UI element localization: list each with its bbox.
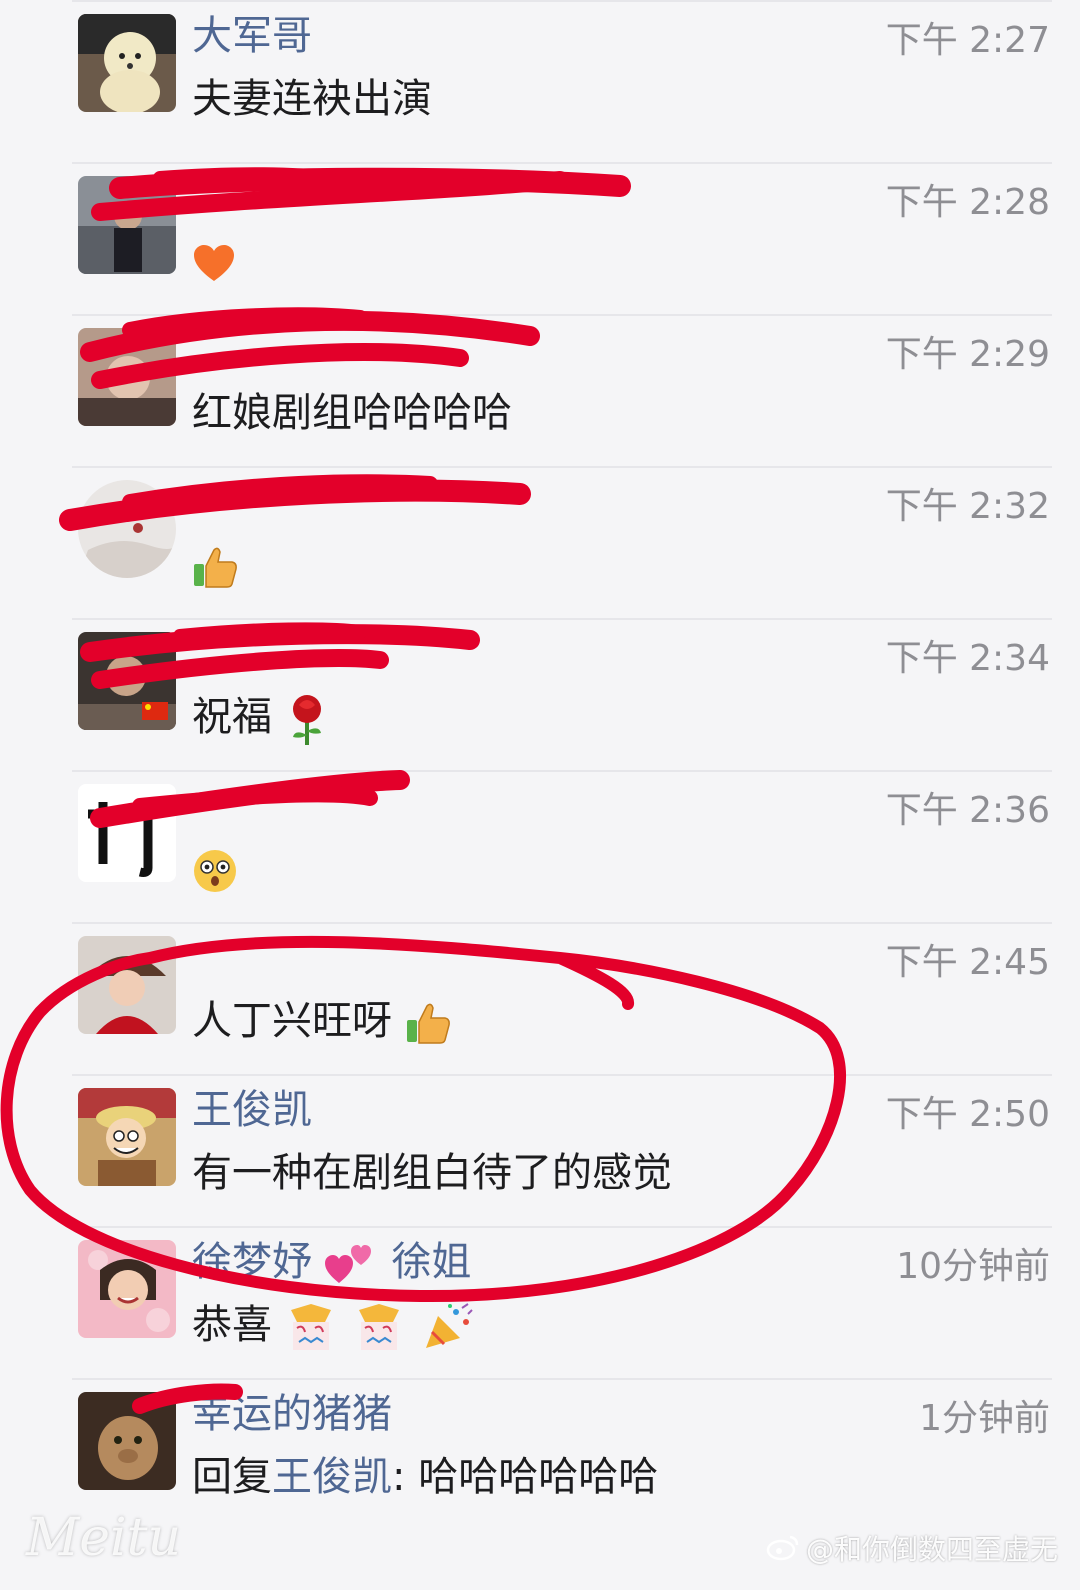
comment-time: 下午 2:28: [885, 182, 1050, 223]
mention-link[interactable]: 王俊凯: [272, 1454, 392, 1500]
row-divider: [72, 314, 1052, 316]
rose-emoji: [285, 691, 329, 747]
avatar[interactable]: [78, 328, 176, 426]
comment-row[interactable]: 祝福 下午 2:34: [0, 618, 1080, 770]
comment-time: 下午 2:32: [885, 486, 1050, 527]
comment-text: 回复王俊凯: 哈哈哈哈哈哈: [192, 1450, 658, 1504]
comment-text: 恭喜: [192, 1298, 478, 1352]
commenter-name-text: 徐梦妤: [192, 1239, 312, 1285]
comment-row[interactable]: 大军哥 夫妻连袂出演 下午 2:27: [0, 0, 1080, 152]
comment-time: 1分钟前: [919, 1398, 1050, 1439]
avatar[interactable]: [78, 14, 176, 112]
avatar[interactable]: [78, 1088, 176, 1186]
commenter-name[interactable]: 王俊凯: [192, 1084, 312, 1136]
thumbs-up-emoji: [192, 544, 238, 590]
comment-time: 下午 2:45: [885, 942, 1050, 983]
row-divider: [72, 162, 1052, 164]
avatar[interactable]: [78, 1240, 176, 1338]
row-divider: [72, 1074, 1052, 1076]
comment-time: 下午 2:36: [885, 790, 1050, 831]
row-divider: [72, 922, 1052, 924]
avatar[interactable]: [78, 1392, 176, 1490]
comment-row[interactable]: 下午 2:36: [0, 770, 1080, 922]
astonished-face-emoji: [192, 848, 238, 894]
avatar[interactable]: [78, 784, 176, 882]
comment-row[interactable]: 红娘剧组哈哈哈哈 下午 2:29: [0, 314, 1080, 466]
comment-text-content: 恭喜: [192, 1302, 272, 1348]
comment-text: 红娘剧组哈哈哈哈: [192, 390, 512, 436]
commenter-name[interactable]: 大军哥: [192, 10, 312, 62]
comment-text: [192, 538, 242, 592]
commenter-name-suffix: 徐姐: [391, 1239, 472, 1285]
celebration-emoji: [353, 1302, 405, 1352]
row-divider: [72, 1378, 1052, 1380]
celebration-emoji: [285, 1302, 337, 1352]
watermark-right: @和你倒数四至虚无: [766, 1528, 1058, 1569]
comment-text: 夫妻连袂出演: [192, 76, 432, 122]
comment-row[interactable]: 徐梦妤 徐姐 恭喜 10分钟前: [0, 1226, 1080, 1378]
avatar[interactable]: [78, 632, 176, 730]
two-hearts-emoji: [324, 1241, 375, 1287]
watermark-right-text: @和你倒数四至虚无: [805, 1532, 1058, 1566]
comment-text: 有一种在剧组白待了的感觉: [192, 1150, 672, 1196]
row-divider: [72, 0, 1052, 2]
comment-time: 下午 2:34: [885, 638, 1050, 679]
comment-text-content: 祝福: [192, 694, 272, 740]
watermark-left: Meitu: [26, 1508, 182, 1568]
row-divider: [72, 1226, 1052, 1228]
comment-text: [192, 234, 240, 288]
comment-row[interactable]: 人丁兴旺呀 下午 2:45: [0, 922, 1080, 1074]
reply-prefix: 回复: [192, 1454, 272, 1500]
avatar[interactable]: [78, 480, 176, 578]
party-popper-emoji: [422, 1302, 474, 1352]
row-divider: [72, 466, 1052, 468]
avatar[interactable]: [78, 936, 176, 1034]
comment-row[interactable]: 下午 2:28: [0, 162, 1080, 314]
comment-time: 下午 2:50: [885, 1094, 1050, 1135]
weibo-icon: [766, 1533, 800, 1568]
comment-row[interactable]: 下午 2:32: [0, 466, 1080, 618]
commenter-name[interactable]: 徐梦妤 徐姐: [192, 1236, 471, 1288]
heart-emoji: [192, 243, 236, 283]
avatar[interactable]: [78, 176, 176, 274]
comment-text: 祝福: [192, 690, 333, 747]
comment-text-content: 人丁兴旺呀: [192, 998, 392, 1044]
comment-row[interactable]: 王俊凯 有一种在剧组白待了的感觉 下午 2:50: [0, 1074, 1080, 1226]
thumbs-up-emoji: [405, 1000, 451, 1046]
comment-text: 人丁兴旺呀: [192, 994, 455, 1048]
comment-text-content: : 哈哈哈哈哈哈: [392, 1454, 659, 1500]
comment-time: 下午 2:29: [885, 334, 1050, 375]
comment-text: [192, 842, 242, 896]
row-divider: [72, 770, 1052, 772]
commenter-name[interactable]: 幸运的猪猪: [192, 1388, 392, 1440]
comment-time: 下午 2:27: [885, 20, 1050, 61]
comment-time: 10分钟前: [896, 1246, 1050, 1287]
row-divider: [72, 618, 1052, 620]
